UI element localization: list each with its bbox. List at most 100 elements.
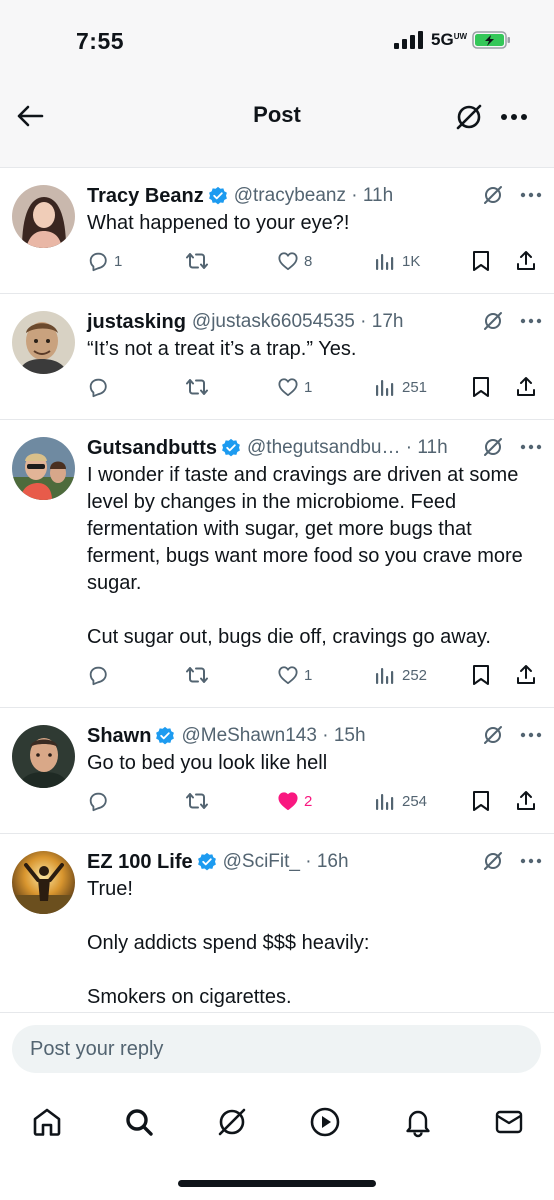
reply-text: True! Only addicts spend $$$ heavily: Smok…	[87, 876, 542, 1012]
bookmark-icon	[471, 790, 491, 812]
reply-text-paragraph: I wonder if taste and cravings are drive…	[87, 464, 523, 594]
share-icon	[515, 376, 537, 398]
nav-search[interactable]	[117, 1100, 161, 1144]
repost-icon	[185, 250, 209, 272]
repost-button[interactable]	[185, 785, 214, 817]
reply-button[interactable]	[87, 659, 114, 691]
reply-button[interactable]	[87, 371, 114, 403]
reply-item[interactable]: EZ 100 Life @SciFit_ · 16h True! Only add…	[0, 834, 554, 1012]
avatar[interactable]	[12, 185, 75, 248]
reply-text-paragraph: Smokers on cigarettes.	[87, 986, 292, 1008]
reply-text-paragraph: What happened to your eye?!	[87, 212, 350, 234]
reply-count: 1	[114, 252, 123, 270]
more-icon[interactable]	[520, 858, 542, 864]
nav-messages[interactable]	[487, 1100, 531, 1144]
more-icon[interactable]	[520, 444, 542, 450]
reply-item[interactable]: justasking @justask66054535 · 17h “It’s …	[0, 294, 554, 420]
like-button[interactable]: 1	[277, 371, 312, 403]
like-button[interactable]: 1	[277, 659, 312, 691]
like-button[interactable]: 2	[277, 785, 312, 817]
reply-meta: justasking @justask66054535 · 17h	[87, 308, 542, 336]
author-name[interactable]: justasking	[87, 311, 186, 334]
heart-icon	[277, 791, 299, 811]
share-button[interactable]	[515, 245, 537, 277]
reply-button[interactable]	[87, 785, 114, 817]
reply-item[interactable]: Gutsandbutts @thegutsandbu… · 11h I wond…	[0, 420, 554, 708]
views-button[interactable]: 1K	[375, 245, 420, 277]
reply-text-paragraph: “It’s not a treat it’s a trap.” Yes.	[87, 338, 357, 360]
view-count: 254	[402, 792, 428, 810]
grok-icon[interactable]	[482, 310, 504, 332]
share-icon	[515, 250, 537, 272]
more-icon[interactable]	[520, 732, 542, 738]
status-bar: 7:55 5GUW	[0, 0, 554, 80]
repost-button[interactable]	[185, 245, 214, 277]
share-button[interactable]	[515, 785, 537, 817]
video-icon	[310, 1107, 340, 1137]
post-time: 17h	[371, 311, 404, 332]
grok-icon[interactable]	[482, 436, 504, 458]
network-indicator: 5GUW	[431, 30, 468, 49]
avatar[interactable]	[12, 311, 75, 374]
battery-icon	[472, 31, 510, 49]
reply-actions: 1 8 1K	[87, 245, 542, 293]
author-handle[interactable]: @MeShawn143 · 15h	[181, 725, 365, 747]
bookmark-button[interactable]	[471, 371, 491, 403]
author-name[interactable]: Gutsandbutts	[87, 437, 217, 460]
bookmark-button[interactable]	[471, 245, 491, 277]
repost-button[interactable]	[185, 371, 214, 403]
post-time: 16h	[316, 851, 349, 872]
avatar[interactable]	[12, 437, 75, 500]
reply-item[interactable]: Tracy Beanz @tracybeanz · 11h What happe…	[0, 168, 554, 294]
author-name[interactable]: Shawn	[87, 725, 151, 748]
grok-button[interactable]	[451, 100, 487, 134]
nav-home[interactable]	[25, 1100, 69, 1144]
grok-icon[interactable]	[482, 184, 504, 206]
verified-badge-icon	[217, 438, 241, 458]
reply-icon	[87, 664, 109, 686]
avatar[interactable]	[12, 725, 75, 788]
author-handle[interactable]: @tracybeanz · 11h	[234, 185, 393, 207]
repost-button[interactable]	[185, 659, 214, 691]
grok-icon[interactable]	[482, 850, 504, 872]
nav-grok[interactable]	[210, 1100, 254, 1144]
reply-text-paragraph: True!	[87, 878, 133, 900]
views-button[interactable]: 251	[375, 371, 427, 403]
verified-badge-icon	[151, 726, 175, 746]
share-icon	[515, 664, 537, 686]
views-button[interactable]: 252	[375, 659, 427, 691]
nav-notifications[interactable]	[396, 1100, 440, 1144]
post-time: 11h	[362, 185, 394, 206]
author-name[interactable]: EZ 100 Life	[87, 851, 193, 874]
avatar[interactable]	[12, 851, 75, 914]
author-handle[interactable]: @SciFit_ · 16h	[223, 851, 349, 873]
home-indicator	[178, 1180, 376, 1187]
share-button[interactable]	[515, 659, 537, 691]
author-name[interactable]: Tracy Beanz	[87, 185, 204, 208]
author-handle[interactable]: @thegutsandbu… · 11h	[247, 437, 448, 459]
reply-text: Go to bed you look like hell	[87, 750, 542, 777]
views-icon	[375, 665, 397, 685]
reply-text: What happened to your eye?!	[87, 210, 542, 237]
views-button[interactable]: 254	[375, 785, 427, 817]
reply-text-paragraph: Only addicts spend $$$ heavily:	[87, 932, 370, 954]
bookmark-button[interactable]	[471, 785, 491, 817]
more-icon[interactable]	[520, 318, 542, 324]
view-count: 252	[402, 666, 428, 684]
more-icon[interactable]	[520, 192, 542, 198]
reply-actions: 1 252	[87, 659, 542, 707]
reply-button[interactable]: 1	[87, 245, 122, 277]
more-button[interactable]	[496, 100, 532, 134]
grok-icon	[218, 1108, 246, 1136]
nav-video[interactable]	[303, 1100, 347, 1144]
bookmark-button[interactable]	[471, 659, 491, 691]
reply-item[interactable]: Shawn @MeShawn143 · 15h Go to bed you lo…	[0, 708, 554, 834]
share-button[interactable]	[515, 371, 537, 403]
reply-input[interactable]	[12, 1025, 541, 1073]
like-button[interactable]: 8	[277, 245, 312, 277]
grok-icon[interactable]	[482, 724, 504, 746]
author-handle[interactable]: @justask66054535 · 17h	[192, 311, 404, 333]
replies-feed[interactable]: Tracy Beanz @tracybeanz · 11h What happe…	[0, 168, 554, 1012]
reply-text: I wonder if taste and cravings are drive…	[87, 462, 542, 651]
repost-icon	[185, 790, 209, 812]
